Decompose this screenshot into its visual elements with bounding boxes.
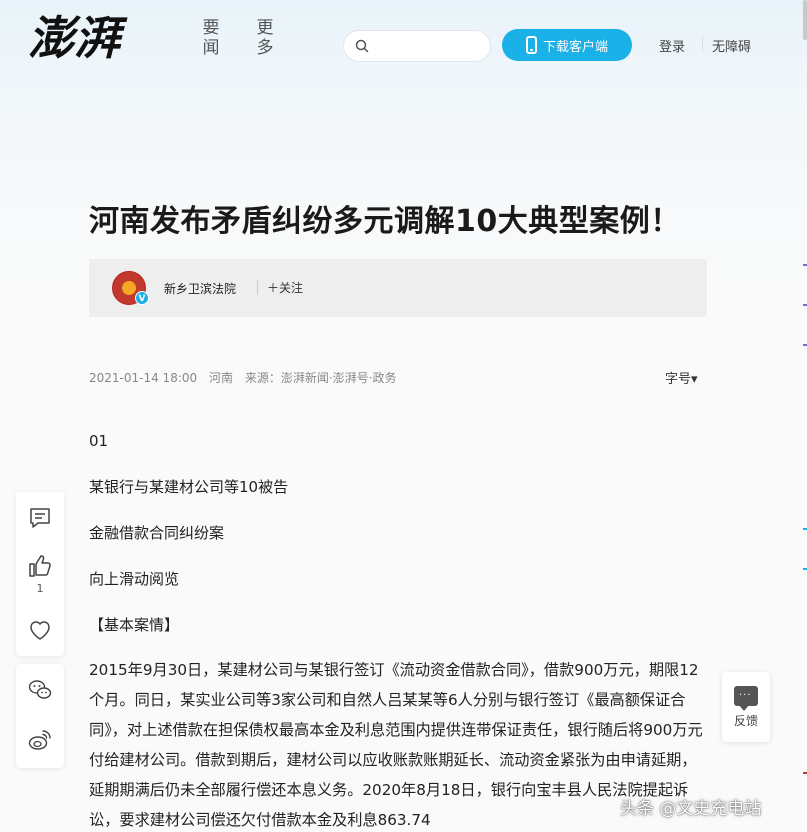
thepaper-logo[interactable]: 澎湃 [26,10,134,70]
article-title: 河南发布矛盾纠纷多元调解10大典型案例！ [89,204,681,239]
nav-gengduo[interactable]: 更多 [255,18,275,58]
publish-datetime: 2021-01-14 18:00 [89,371,198,385]
sidebar-marker [803,568,807,570]
article-meta: 2021-01-14 18:00 河南 来源：澎湃新闻·澎湃号·政务 [89,369,404,386]
author-divider [257,280,258,295]
follow-label: 关注 [279,281,304,295]
author-bar: V 新乡卫滨法院 ＋关注 [89,259,707,317]
like-count: 1 [36,582,44,595]
share-toolbar: 1 [16,492,64,656]
watermark-text: 头条 @文史充电站 [620,799,762,819]
login-link[interactable]: 登录 [659,36,685,55]
plus-icon: ＋ [267,281,280,295]
thumbs-up-icon[interactable] [28,554,52,578]
nav-yaowen[interactable]: 要闻 [201,18,221,58]
font-size-label: 字号 [665,372,692,387]
sidebar-marker [803,528,807,530]
verified-badge-icon: V [135,291,149,305]
article-body-paragraph: 2015年9月30日，某建材公司与某银行签订《流动资金借款合同》，借款900万元… [89,661,703,829]
search-icon [355,39,369,53]
publish-location: 河南 [208,371,233,385]
share-social-toolbar [16,664,64,768]
search-box[interactable] [343,30,491,62]
paragraph: 金融借款合同纠纷案 [89,524,225,542]
download-app-button[interactable]: 下载客户端 [502,29,632,61]
search-input[interactable] [378,35,482,57]
weibo-icon[interactable] [28,728,52,752]
accessibility-link[interactable]: 无障碍 [712,36,751,55]
caret-down-icon: ▾ [691,372,698,387]
paragraph: 向上滑动阅览 [89,570,180,588]
wechat-icon[interactable] [28,678,52,702]
heart-icon[interactable] [28,618,52,642]
font-size-button[interactable]: 字号▾ [665,368,698,387]
paragraph: 某银行与某建材公司等10被告 [89,478,289,496]
download-app-label: 下载客户端 [542,39,608,55]
comment-icon[interactable] [28,506,52,530]
paragraph: 01 [89,432,109,450]
sidebar-marker [803,264,807,266]
feedback-icon: ··· [734,686,758,711]
scrollbar-thumb[interactable] [803,0,807,40]
feedback-button[interactable]: ··· 反馈 [722,672,770,742]
phone-icon [525,36,537,54]
article-source: 来源：澎湃新闻·澎湃号·政务 [244,371,397,385]
logo-text: 澎湃 [28,11,128,65]
follow-button[interactable]: ＋关注 [267,279,303,296]
right-sidebar-edge [789,240,807,832]
sidebar-marker [803,304,807,306]
header-divider [702,36,703,52]
section-heading: 【基本案情】 [89,616,180,634]
sidebar-marker [803,772,807,774]
sidebar-marker [803,344,807,346]
author-name[interactable]: 新乡卫滨法院 [164,280,236,297]
feedback-label: 反馈 [733,714,758,728]
